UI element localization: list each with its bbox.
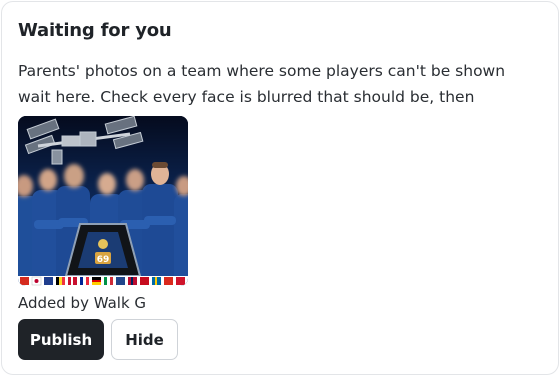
- review-card: Waiting for you Parents' photos on a tea…: [1, 1, 559, 375]
- card-title: Waiting for you: [18, 20, 172, 41]
- added-by-label: Added by Walk G: [18, 294, 147, 312]
- publish-button[interactable]: Publish: [18, 319, 104, 360]
- mission-patch: 69: [64, 223, 142, 277]
- pending-photo[interactable]: 69: [18, 116, 188, 286]
- patch-number: 69: [97, 255, 110, 265]
- team-photo-icon: 69: [18, 116, 188, 286]
- hide-button[interactable]: Hide: [111, 319, 178, 360]
